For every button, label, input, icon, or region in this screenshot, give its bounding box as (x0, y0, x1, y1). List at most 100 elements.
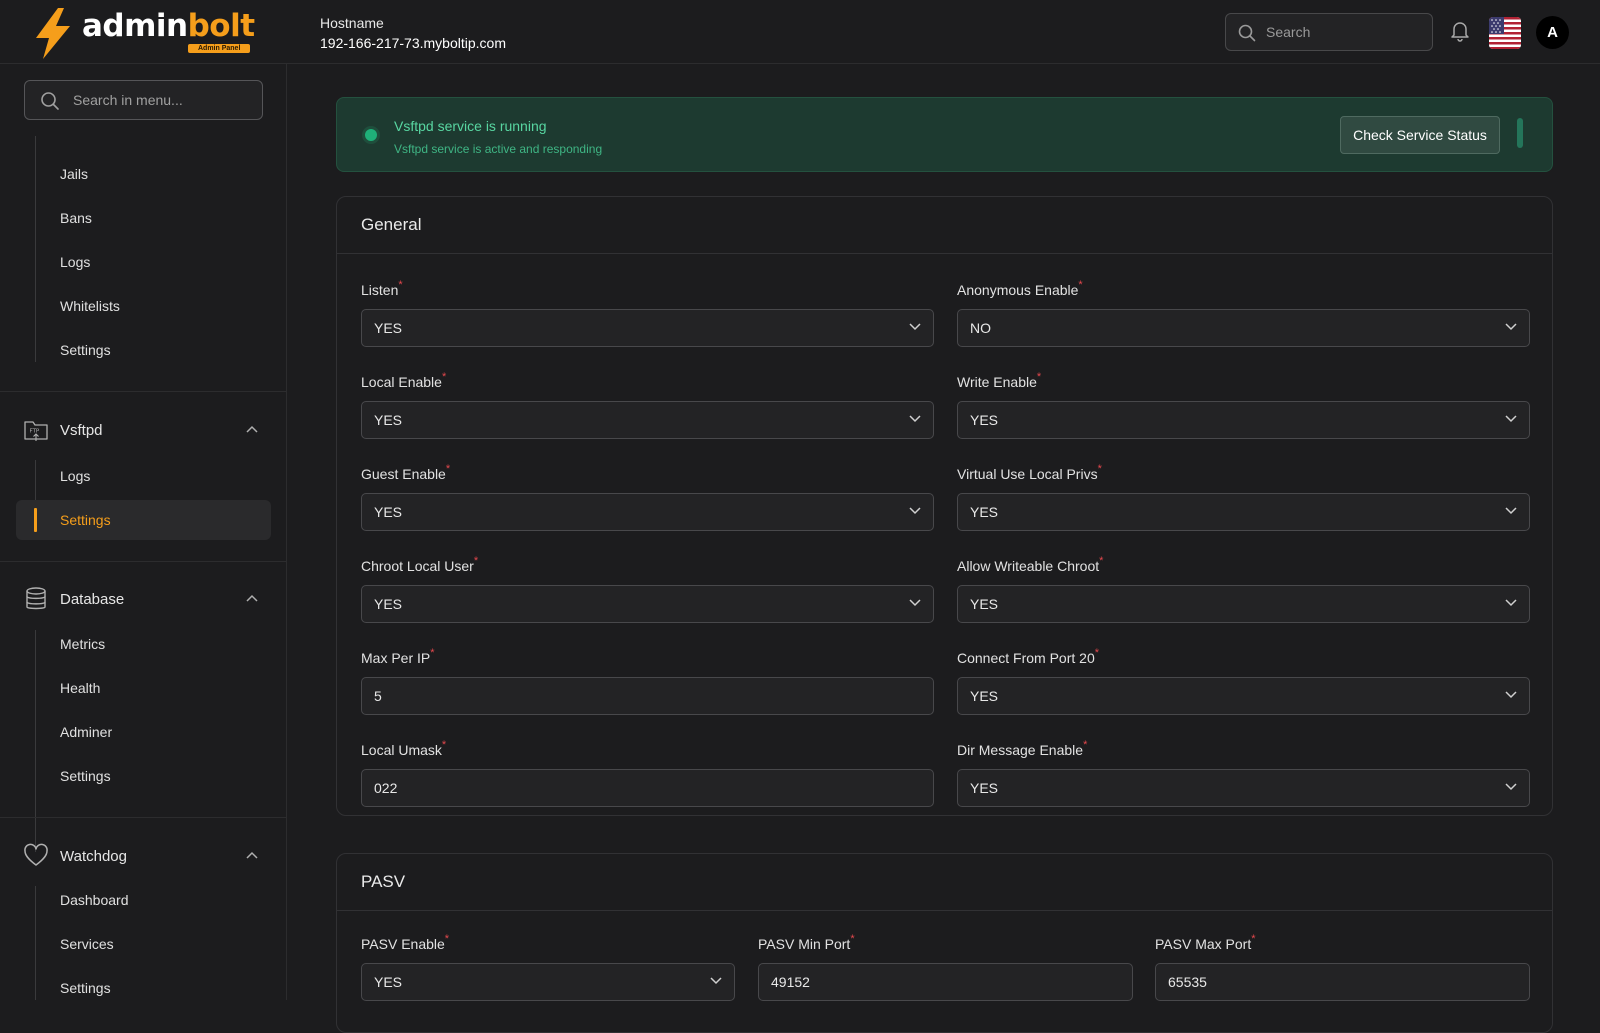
select-value: YES (374, 974, 403, 990)
sidebar-section-label: Vsftpd (60, 422, 103, 439)
adminbolt-logo[interactable]: adminbolt Admin Panel (30, 6, 260, 60)
select-value: YES (374, 504, 403, 520)
sidebar-item-adminer[interactable]: Adminer (60, 720, 112, 744)
field-label: PASV Max Port (1155, 936, 1252, 952)
local-umask-input[interactable]: 022 (361, 769, 934, 807)
card-title: General (361, 215, 422, 234)
required-marker: * (445, 463, 451, 475)
guest-enable-select[interactable]: YES (361, 493, 934, 531)
status-indicator-bar (1517, 118, 1523, 148)
connect-from-port-20-select[interactable]: YES (957, 677, 1530, 715)
listen-select[interactable]: YES (361, 309, 934, 347)
select-value: YES (970, 412, 999, 428)
global-search[interactable] (1225, 13, 1433, 51)
required-marker: * (1251, 933, 1256, 945)
field-label: Guest Enable (361, 466, 446, 482)
sidebar-divider (0, 561, 286, 562)
chevron-up-icon[interactable] (246, 851, 258, 859)
sidebar: Jails Bans Logs Whitelists Settings FTP … (0, 64, 287, 1000)
select-value: YES (970, 504, 999, 520)
select-value: YES (970, 780, 999, 796)
field-label: Connect From Port 20 (957, 650, 1095, 666)
sidebar-item-logs[interactable]: Logs (60, 250, 90, 274)
required-marker: * (473, 555, 479, 567)
required-marker: * (398, 279, 403, 291)
sidebar-item-health[interactable]: Health (60, 676, 100, 700)
chroot-local-user-select[interactable]: YES (361, 585, 934, 623)
chevron-down-icon (1505, 323, 1517, 331)
service-status-banner: Vsftpd service is running Vsftpd service… (336, 97, 1553, 172)
field-label: Max Per IP (361, 650, 431, 666)
main-content: Vsftpd service is running Vsftpd service… (288, 64, 1600, 1033)
required-marker: * (1036, 371, 1042, 383)
dir-message-enable-select[interactable]: YES (957, 769, 1530, 807)
status-subtitle: Vsftpd service is active and responding (394, 142, 603, 156)
select-value: YES (374, 412, 403, 428)
input-value: 5 (374, 688, 382, 704)
sidebar-section-label: Database (60, 591, 125, 608)
notifications-bell-icon[interactable] (1450, 20, 1470, 45)
global-search-input[interactable] (1266, 14, 1426, 50)
chevron-down-icon (1505, 599, 1517, 607)
field-label: Chroot Local User (361, 558, 474, 574)
field-label: Local Umask (361, 742, 442, 758)
database-icon (26, 587, 46, 610)
pasv-max-port-input[interactable]: 65535 (1155, 963, 1530, 1001)
allow-writeable-chroot-select[interactable]: YES (957, 585, 1530, 623)
chevron-up-icon[interactable] (246, 425, 258, 433)
sidebar-item-database-settings[interactable]: Settings (60, 764, 111, 788)
max-per-ip-input[interactable]: 5 (361, 677, 934, 715)
virtual-use-local-privs-select[interactable]: YES (957, 493, 1530, 531)
submenu-line (35, 630, 36, 852)
sidebar-item-whitelists[interactable]: Whitelists (60, 294, 120, 318)
anonymous-enable-select[interactable]: NO (957, 309, 1530, 347)
field-label: Local Enable (361, 374, 442, 390)
field-label: Write Enable (957, 374, 1037, 390)
select-value: YES (374, 596, 403, 612)
input-value: 65535 (1168, 974, 1207, 990)
sidebar-item-vsftpd-logs[interactable]: Logs (60, 464, 90, 488)
search-icon (41, 92, 59, 110)
sidebar-section-database[interactable]: Database (0, 582, 286, 618)
select-value: NO (970, 320, 991, 336)
submenu-line (35, 136, 36, 362)
sidebar-item-services[interactable]: Services (60, 932, 114, 956)
check-service-status-button[interactable]: Check Service Status (1340, 116, 1500, 154)
sidebar-divider (0, 817, 286, 818)
required-marker: * (430, 647, 435, 659)
input-value: 49152 (771, 974, 810, 990)
logo-wordmark: adminbolt (82, 8, 255, 44)
svg-text:FTP: FTP (30, 429, 40, 435)
menu-search[interactable] (24, 80, 263, 120)
user-avatar[interactable]: A (1536, 16, 1569, 49)
chevron-down-icon (1505, 691, 1517, 699)
local-enable-select[interactable]: YES (361, 401, 934, 439)
sidebar-item-settings[interactable]: Settings (60, 338, 111, 362)
field-label: Dir Message Enable (957, 742, 1084, 758)
required-marker: * (441, 371, 447, 383)
sidebar-section-watchdog[interactable]: Watchdog (0, 839, 286, 875)
required-marker: * (444, 933, 450, 945)
card-header: PASV (337, 854, 1552, 911)
sidebar-item-metrics[interactable]: Metrics (60, 632, 105, 656)
sidebar-item-bans[interactable]: Bans (60, 206, 92, 230)
chevron-up-icon[interactable] (246, 594, 258, 602)
pasv-enable-select[interactable]: YES (361, 963, 735, 1001)
us-flag-language-icon[interactable] (1489, 17, 1521, 49)
sidebar-section-vsftpd[interactable]: FTP Vsftpd (0, 413, 286, 449)
general-card: General Listen* YES Anonymous Enable* NO… (336, 196, 1553, 816)
pasv-min-port-input[interactable]: 49152 (758, 963, 1133, 1001)
required-marker: * (441, 739, 447, 751)
chevron-down-icon (710, 977, 722, 985)
input-value: 022 (374, 780, 398, 796)
sidebar-item-jails[interactable]: Jails (60, 162, 88, 186)
chevron-down-icon (909, 415, 921, 423)
write-enable-select[interactable]: YES (957, 401, 1530, 439)
chevron-down-icon (909, 507, 921, 515)
chevron-down-icon (1505, 415, 1517, 423)
sidebar-item-vsftpd-settings[interactable]: Settings (60, 508, 111, 532)
menu-search-input[interactable] (73, 81, 253, 119)
sidebar-item-dashboard[interactable]: Dashboard (60, 888, 129, 912)
sidebar-item-watchdog-settings[interactable]: Settings (60, 976, 111, 1000)
field-label: Allow Writeable Chroot (957, 558, 1100, 574)
